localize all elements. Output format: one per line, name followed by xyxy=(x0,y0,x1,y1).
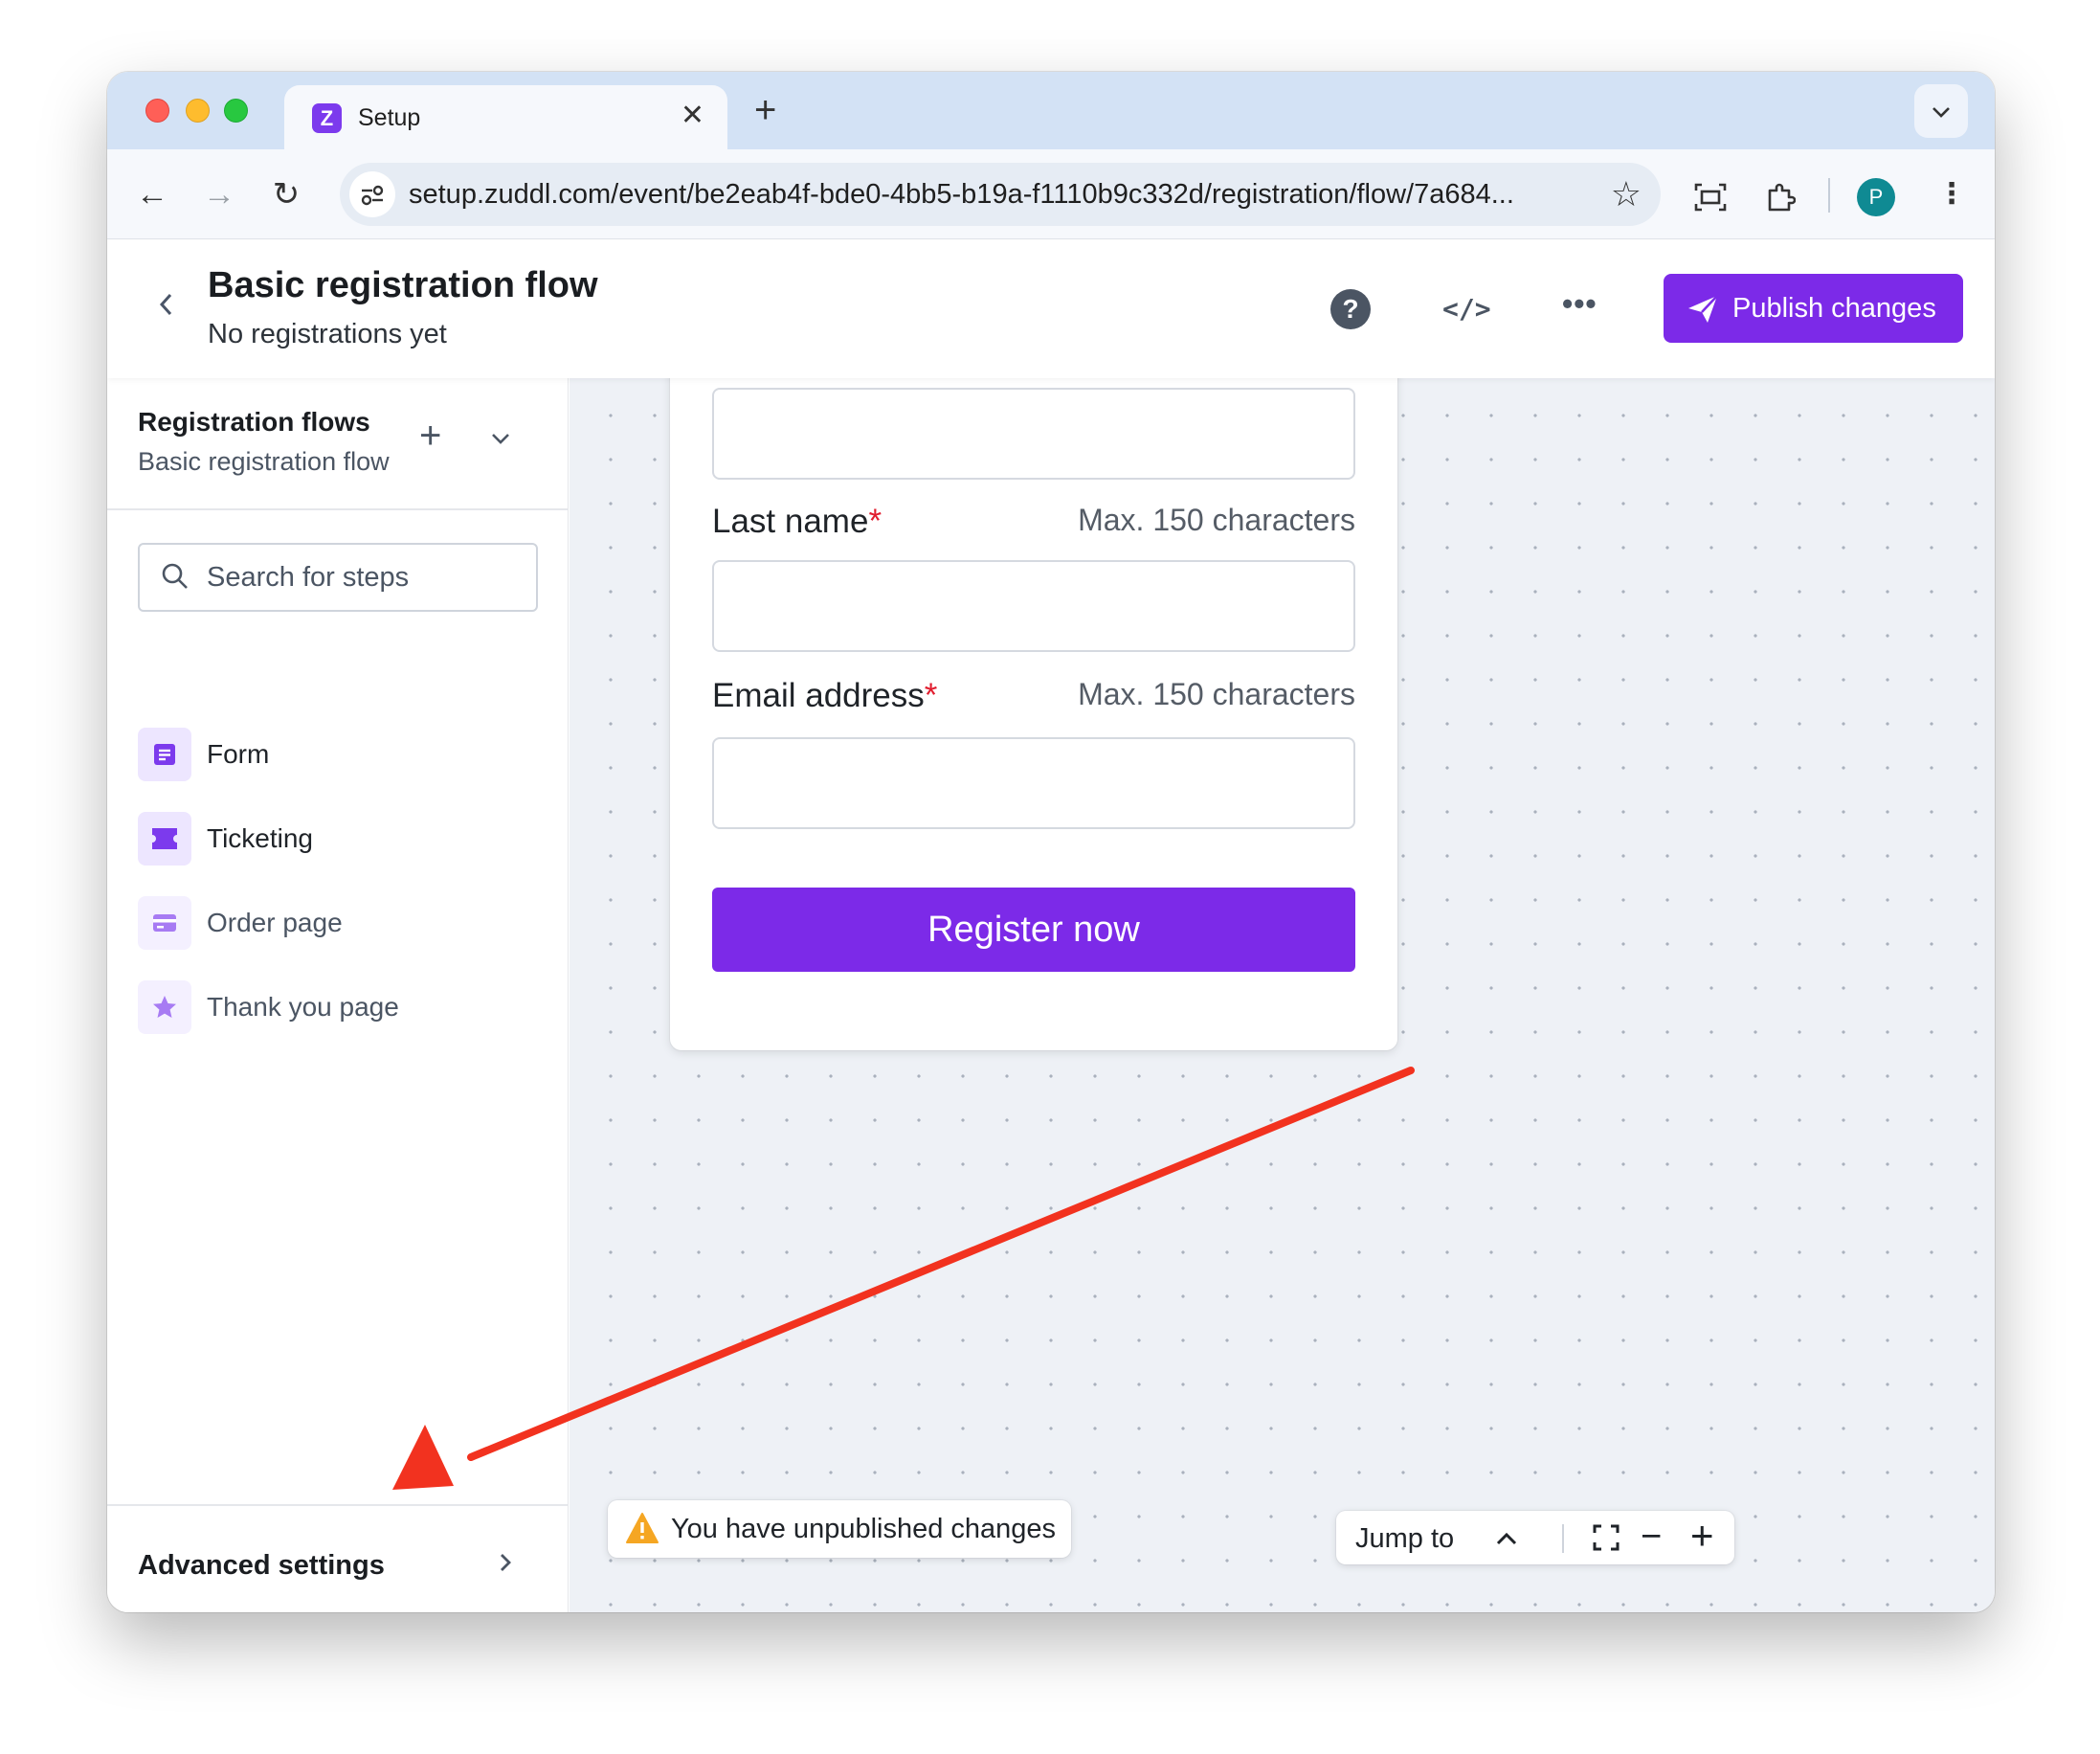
sidebar-item-thank-you-page[interactable]: Thank you page xyxy=(138,980,540,1034)
sidebar-item-order-page[interactable]: Order page xyxy=(138,896,540,950)
current-flow-name: Basic registration flow xyxy=(138,447,390,476)
canvas-navigation-bar: Jump to − + xyxy=(1336,1511,1734,1564)
chevron-right-icon[interactable] xyxy=(498,1546,513,1585)
screen-capture-icon[interactable] xyxy=(1687,170,1734,218)
send-icon xyxy=(1688,295,1718,323)
registration-flows-title: Registration flows xyxy=(138,407,370,437)
last-name-hint: Max. 150 characters xyxy=(1078,503,1355,537)
bookmark-star-icon[interactable]: ☆ xyxy=(1611,175,1642,214)
zoom-out-icon[interactable]: − xyxy=(1641,1515,1662,1559)
toolbar-separator xyxy=(1828,178,1830,213)
app-header: Basic registration flow No registrations… xyxy=(107,240,1995,378)
steps-sidebar: Registration flows Basic registration fl… xyxy=(107,378,569,1612)
zoom-in-icon[interactable]: + xyxy=(1690,1513,1714,1559)
email-label: Email address* xyxy=(712,677,938,714)
advanced-settings-link[interactable]: Advanced settings xyxy=(138,1550,385,1582)
first-name-field[interactable] xyxy=(712,388,1355,480)
form-icon xyxy=(138,728,191,781)
close-tab-icon[interactable]: ✕ xyxy=(681,99,704,133)
star-icon xyxy=(138,980,191,1034)
tab-search-chevron-icon[interactable] xyxy=(1914,84,1968,138)
url-text: setup.zuddl.com/event/be2eab4f-bde0-4bb5… xyxy=(409,179,1514,210)
browser-window: Z Setup ✕ + ← → ↻ setup.zuddl.com/event/… xyxy=(107,72,1995,1612)
register-now-button[interactable]: Register now xyxy=(712,888,1355,972)
search-icon xyxy=(162,563,188,589)
profile-avatar[interactable]: P xyxy=(1857,178,1895,216)
form-preview-card: Last name* Max. 150 characters Email add… xyxy=(670,359,1397,1050)
tab-strip: Z Setup ✕ + xyxy=(107,72,1995,149)
tab-title: Setup xyxy=(358,104,421,131)
last-name-label: Last name* xyxy=(712,503,882,540)
minimize-window-button[interactable] xyxy=(186,99,210,123)
new-tab-icon[interactable]: + xyxy=(754,91,776,129)
sidebar-item-label: Ticketing xyxy=(207,823,314,853)
ticket-icon xyxy=(138,812,191,866)
maximize-window-button[interactable] xyxy=(224,99,248,123)
search-steps-input[interactable] xyxy=(207,556,523,598)
sidebar-item-form[interactable]: Form xyxy=(138,728,540,781)
sidebar-item-label: Form xyxy=(207,739,270,769)
card-icon xyxy=(138,896,191,950)
zuddl-favicon-icon: Z xyxy=(312,103,342,133)
unpublished-changes-notice: You have unpublished changes xyxy=(608,1500,1072,1558)
embed-code-icon[interactable]: </> xyxy=(1442,288,1491,330)
required-asterisk: * xyxy=(924,677,938,714)
sidebar-item-label: Thank you page xyxy=(207,992,399,1022)
unpublished-changes-text: You have unpublished changes xyxy=(671,1514,1057,1544)
site-info-icon[interactable] xyxy=(349,171,395,217)
help-icon[interactable]: ? xyxy=(1330,289,1371,329)
more-options-icon[interactable]: ••• xyxy=(1562,282,1597,325)
email-hint: Max. 150 characters xyxy=(1078,677,1355,711)
browser-tab[interactable]: Z Setup ✕ xyxy=(284,85,727,149)
forward-arrow-icon[interactable]: → xyxy=(195,170,243,218)
navigation-separator xyxy=(1562,1524,1564,1553)
advanced-divider xyxy=(107,1504,568,1506)
page-title: Basic registration flow xyxy=(208,265,598,305)
chevron-up-icon[interactable] xyxy=(1495,1518,1518,1557)
sidebar-item-ticketing[interactable]: Ticketing xyxy=(138,812,540,866)
add-flow-icon[interactable]: + xyxy=(419,416,441,455)
email-field[interactable] xyxy=(712,737,1355,829)
back-chevron-icon[interactable] xyxy=(157,290,174,328)
publish-changes-label: Publish changes xyxy=(1732,293,1936,324)
browser-toolbar: ← → ↻ setup.zuddl.com/event/be2eab4f-bde… xyxy=(107,149,1995,239)
step-search[interactable] xyxy=(138,543,538,612)
flows-dropdown-chevron-icon[interactable] xyxy=(490,420,511,453)
back-arrow-icon[interactable]: ← xyxy=(128,170,176,218)
close-window-button[interactable] xyxy=(145,99,169,123)
flow-canvas[interactable]: Last name* Max. 150 characters Email add… xyxy=(570,359,1995,1612)
sidebar-item-label: Order page xyxy=(207,908,343,937)
extensions-puzzle-icon[interactable] xyxy=(1756,170,1804,218)
last-name-field[interactable] xyxy=(712,560,1355,652)
sidebar-divider xyxy=(107,508,568,510)
fit-view-icon[interactable] xyxy=(1593,1524,1620,1551)
reload-icon[interactable]: ↻ xyxy=(262,170,310,218)
warning-icon xyxy=(626,1513,659,1543)
browser-menu-icon[interactable]: ⋮ xyxy=(1928,170,1976,218)
publish-changes-button[interactable]: Publish changes xyxy=(1664,274,1963,343)
address-bar[interactable]: setup.zuddl.com/event/be2eab4f-bde0-4bb5… xyxy=(340,163,1661,226)
required-asterisk: * xyxy=(868,503,882,540)
page-subtitle: No registrations yet xyxy=(208,319,447,349)
jump-to-button[interactable]: Jump to xyxy=(1355,1523,1454,1555)
